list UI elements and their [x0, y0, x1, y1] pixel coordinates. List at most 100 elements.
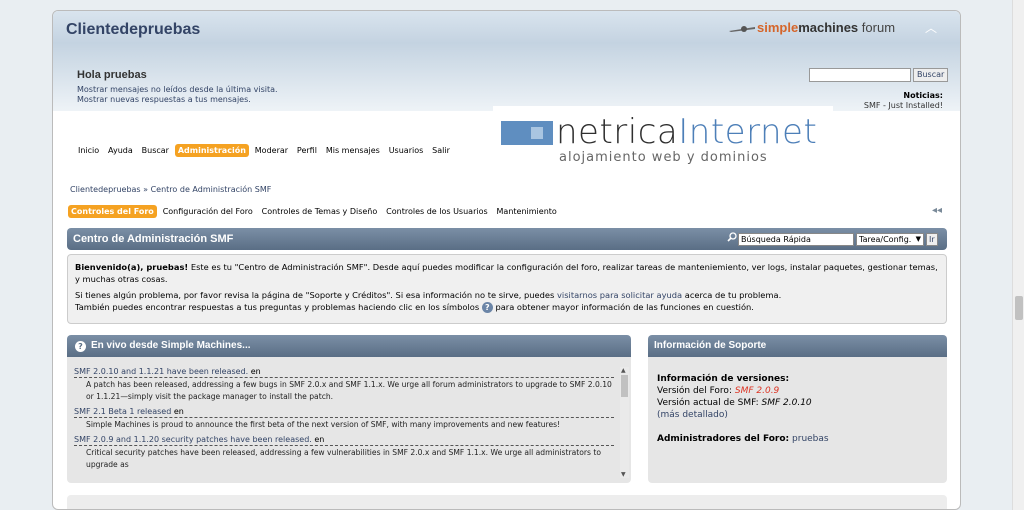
list-item: SMF 2.1 Beta 1 released en Simple Machin… [74, 407, 614, 431]
support-panel-header: Información de Soporte [648, 335, 947, 357]
go-button[interactable]: Ir [926, 233, 938, 246]
admin-user-link[interactable]: pruebas [792, 434, 829, 444]
welcome-p1-text: Este es tu "Centro de Administración SMF… [75, 262, 938, 284]
unread-link[interactable]: Mostrar mensajes no leídos desde la últi… [77, 85, 278, 94]
news-item-title[interactable]: SMF 2.0.9 and 1.1.20 security patches ha… [74, 435, 312, 444]
welcome-box: Bienvenido(a), pruebas! Este es tu "Cent… [67, 254, 947, 324]
banner-square [531, 127, 543, 139]
support-title: Información de Soporte [654, 340, 767, 351]
menu-ayuda[interactable]: Ayuda [105, 144, 136, 157]
user-greeting: Hola pruebas [77, 69, 147, 81]
current-version-row: Versión actual de SMF: SMF 2.0.10 [657, 397, 938, 409]
support-panel: Información de versiones: Versión del Fo… [648, 357, 947, 483]
news-item-desc: A patch has been released, addressing a … [86, 380, 612, 401]
admin-tabs: Controles del Foro Configuración del For… [68, 205, 560, 218]
admin-title: Centro de Administración SMF [73, 233, 234, 245]
welcome-p2-a: Si tienes algún problema, por favor revi… [75, 290, 557, 300]
current-version-label: Versión actual de SMF: [657, 398, 759, 408]
breadcrumb-home[interactable]: Clientedepruebas [70, 185, 141, 194]
page-scrollbar-thumb[interactable] [1015, 296, 1023, 320]
breadcrumb-current[interactable]: Centro de Administración SMF [151, 185, 272, 194]
welcome-p3-a: También puedes encontrar respuestas a tu… [75, 302, 482, 312]
news-heading: Noticias: [903, 91, 943, 100]
news-text: SMF - Just Installed! [863, 101, 943, 110]
menu-buscar[interactable]: Buscar [139, 144, 172, 157]
forum-title[interactable]: Clientedepruebas [66, 21, 200, 39]
news-item-title-row: SMF 2.1 Beta 1 released en [74, 407, 614, 418]
news-item-lang: en [314, 435, 325, 444]
live-help-icon[interactable]: ? [75, 341, 86, 352]
search-button[interactable]: Buscar [913, 68, 949, 82]
replies-link[interactable]: Mostrar nuevas respuestas a tus mensajes… [77, 95, 251, 104]
menu-usuarios[interactable]: Usuarios [386, 144, 427, 157]
banner-brand: netricaInternet [556, 112, 817, 152]
task-select[interactable]: Tarea/Config. ▼ [856, 233, 924, 246]
logo-forum: forum [861, 20, 896, 35]
search-input[interactable] [809, 68, 911, 82]
logo-simple: simple [757, 20, 799, 35]
news-item-title[interactable]: SMF 2.1 Beta 1 released [74, 407, 171, 416]
news-item-lang: en [173, 407, 184, 416]
tab-mantenimiento[interactable]: Mantenimiento [494, 205, 560, 218]
menu-mis-mensajes[interactable]: Mis mensajes [323, 144, 383, 157]
news-item-title-row: SMF 2.0.9 and 1.1.20 security patches ha… [74, 435, 614, 446]
help-icon[interactable]: ? [481, 302, 493, 313]
banner-bar [501, 121, 553, 145]
sponsor-banner[interactable]: netricaInternet alojamiento web y domini… [493, 106, 833, 168]
news-item-title[interactable]: SMF 2.0.10 and 1.1.21 have been released… [74, 367, 248, 376]
welcome-p1: Bienvenido(a), pruebas! Este es tu "Cent… [75, 261, 939, 285]
breadcrumb: Clientedepruebas » Centro de Administrac… [70, 185, 271, 194]
scroll-up-icon[interactable]: ▲ [621, 367, 626, 374]
rewind-icon[interactable]: ◂◂ [932, 205, 942, 216]
user-box: Hola pruebas Mostrar mensajes no leídos … [53, 43, 960, 111]
task-select-value: Tarea/Config. [859, 235, 912, 244]
news-item-title-row: SMF 2.0.10 and 1.1.21 have been released… [74, 367, 614, 378]
forum-wrapper: Clientedepruebas simplemachines forum ︿ … [52, 10, 961, 510]
live-scrollbar-thumb[interactable] [621, 375, 628, 397]
version-details-link[interactable]: (más detallado) [657, 410, 728, 420]
smf-gear-icon [729, 25, 755, 32]
admin-title-bar: Centro de Administración SMF Búsqueda Rá… [67, 228, 947, 250]
tab-controles-del-foro[interactable]: Controles del Foro [68, 205, 157, 218]
breadcrumb-sep: » [143, 185, 149, 194]
news-item-desc: Simple Machines is proud to announce the… [86, 420, 561, 429]
welcome-p2: Si tienes algún problema, por favor revi… [75, 289, 939, 301]
top-bar: Clientedepruebas simplemachines forum ︿ [53, 11, 960, 43]
logo-machines: machines [798, 20, 859, 35]
welcome-p2-b: acerca de tu problema. [682, 290, 782, 300]
versions-heading: Información de versiones: [657, 374, 790, 384]
list-item: SMF 2.0.9 and 1.1.20 security patches ha… [74, 435, 614, 471]
welcome-p3: También puedes encontrar respuestas a tu… [75, 301, 939, 313]
admins-row: Administradores del Foro: pruebas [657, 433, 938, 445]
support-request-link[interactable]: visitarnos para solicitar ayuda [557, 290, 682, 300]
quick-search-input[interactable]: Búsqueda Rápida [738, 233, 854, 246]
menu-perfil[interactable]: Perfil [294, 144, 320, 157]
tab-configuracion-del-foro[interactable]: Configuración del Foro [160, 205, 256, 218]
menu-administracion[interactable]: Administración [174, 144, 249, 157]
menu-moderar[interactable]: Moderar [252, 144, 291, 157]
menu-salir[interactable]: Salir [429, 144, 453, 157]
news-item-lang: en [250, 367, 261, 376]
news-item-desc: Critical security patches have been rele… [86, 448, 601, 469]
menu-inicio[interactable]: Inicio [75, 144, 102, 157]
live-title: En vivo desde Simple Machines... [91, 340, 251, 351]
current-version: SMF 2.0.10 [761, 398, 812, 408]
scroll-down-icon[interactable]: ▼ [621, 471, 626, 478]
main-menu: Inicio Ayuda Buscar Administración Moder… [75, 144, 453, 158]
collapse-icon[interactable]: ︿ [923, 19, 939, 35]
live-scrollbar[interactable]: ▲ ▼ [620, 367, 629, 478]
dropdown-arrow-icon: ▼ [915, 235, 921, 243]
magnifier-icon [727, 232, 737, 245]
forum-version-row: Versión del Foro: SMF 2.0.9 [657, 385, 938, 397]
banner-brand-a: netrica [556, 112, 679, 152]
tab-controles-de-usuarios[interactable]: Controles de los Usuarios [383, 205, 491, 218]
forum-version-label: Versión del Foro: [657, 386, 732, 396]
page-scrollbar[interactable] [1012, 0, 1024, 510]
tab-controles-de-temas[interactable]: Controles de Temas y Diseño [259, 205, 381, 218]
admins-label: Administradores del Foro: [657, 434, 790, 444]
smf-logo[interactable]: simplemachines forum [729, 20, 895, 35]
live-news-list: SMF 2.0.10 and 1.1.21 have been released… [74, 367, 614, 475]
live-news-panel: SMF 2.0.10 and 1.1.21 have been released… [67, 357, 631, 483]
live-panel-header: ? En vivo desde Simple Machines... [67, 335, 631, 357]
welcome-bold: Bienvenido(a), pruebas! [75, 262, 189, 272]
